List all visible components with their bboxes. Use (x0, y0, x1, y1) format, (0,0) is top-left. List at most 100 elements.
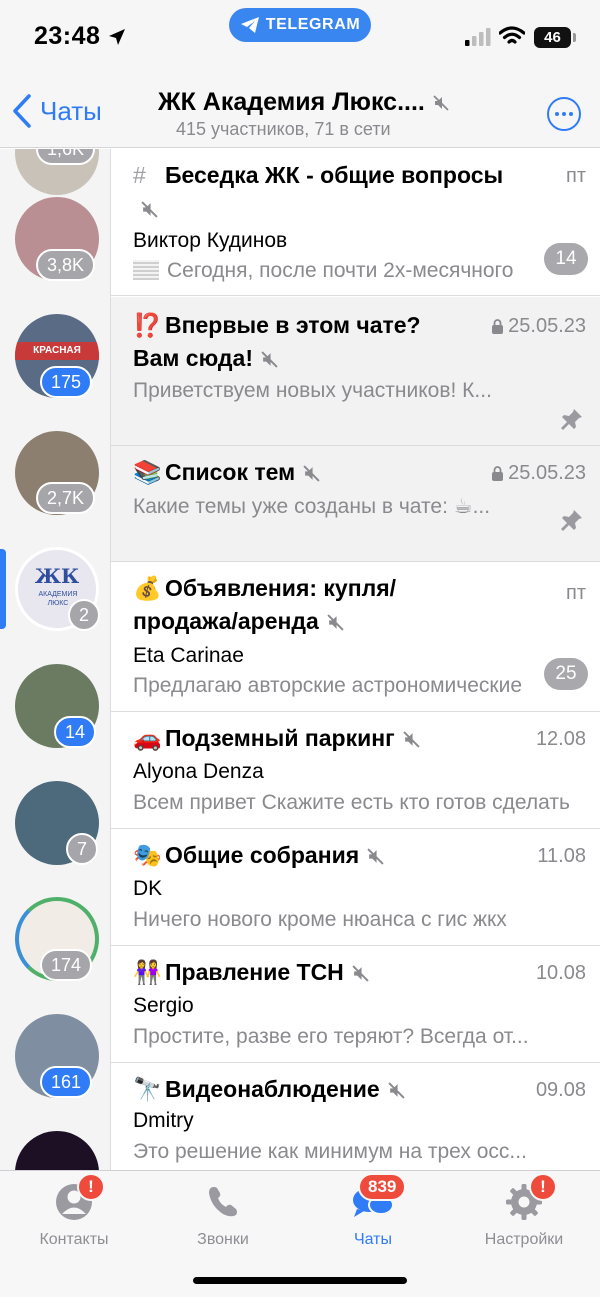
settings-alert-badge: ! (529, 1173, 557, 1201)
topic-author-5: DK (133, 877, 163, 900)
topic-title-7: 🔭 Видеонаблюдение (133, 1073, 513, 1106)
chat-header: Чаты ЖК Академия Люкс.... 415 участников… (0, 76, 600, 148)
tab-chats[interactable]: 839 Чаты (313, 1173, 433, 1249)
muted-speaker-icon (403, 731, 420, 748)
muted-speaker-icon (433, 94, 449, 111)
muted-speaker-icon (388, 1082, 405, 1099)
topic-message-0: Сегодня, после почти 2х-месячного (133, 259, 543, 283)
tab-label-calls: Звонки (197, 1231, 249, 1248)
topic-row-3[interactable]: 💰 Объявления: купля/продажа/аренда пт Eta… (111, 562, 600, 712)
wifi-icon (499, 26, 525, 44)
back-button[interactable]: Чаты (12, 94, 102, 128)
sidebar-badge-3: 2,7K (36, 482, 96, 514)
theater-masks-icon: 🎭 (133, 842, 162, 868)
topic-title-1: ⁉️ Впервые в этом чате? Вам сюда! (133, 309, 463, 375)
sidebar-badge-2: 175 (40, 366, 93, 398)
tab-settings[interactable]: ! Настройки (464, 1173, 584, 1249)
sidebar-badge-1: 3,8K (36, 249, 96, 281)
chevron-left-icon (13, 94, 31, 128)
topic-title-6: 👭 Правление ТСН (133, 956, 513, 989)
exclamation-question-icon: ⁉️ (133, 312, 162, 338)
topic-date-2: 25.05.23 (491, 462, 586, 485)
battery-indicator: 46 (534, 27, 571, 48)
lock-icon (492, 466, 504, 481)
pin-icon (561, 409, 582, 430)
muted-speaker-icon (141, 201, 158, 218)
sidebar-badge-0: 1,6K (36, 149, 96, 165)
topic-row-6[interactable]: 👭 Правление ТСН 10.08 Sergio Простите, ра… (111, 946, 600, 1063)
topic-row-0[interactable]: # Беседка ЖК - общие вопросы пт Виктор Ку… (111, 149, 600, 296)
muted-speaker-icon (261, 351, 278, 368)
sidebar-badge-5: 14 (54, 716, 97, 748)
topic-date-3: пт (566, 582, 586, 604)
topic-message-6: Простите, разве его теряют? Всегда от... (133, 1025, 529, 1048)
telescope-icon: 🔭 (133, 1076, 162, 1102)
topic-row-7[interactable]: 🔭 Видеонаблюдение 09.08 Dmitry Это решени… (111, 1063, 600, 1170)
topic-message-2: Какие темы уже созданы в чате: ☕... (133, 495, 491, 518)
sidebar-avatar-9[interactable] (15, 1131, 99, 1170)
lock-icon (492, 319, 504, 334)
status-time: 23:48 (34, 22, 101, 50)
topic-date-1: 25.05.23 (491, 315, 586, 338)
topics-sidebar: 1,6K 3,8K КРАСНАЯ 175 2,7K ЖК АКАДЕМИЯ Л… (0, 149, 111, 1170)
topic-author-0: Виктор Кудинов (133, 229, 288, 252)
topic-message-5: Ничего нового кроме нюанса с гис жкх (133, 908, 507, 931)
chats-unread-badge: 839 (358, 1173, 407, 1201)
topic-date-5: 11.08 (537, 845, 586, 867)
muted-speaker-icon (352, 965, 369, 982)
pin-icon (561, 510, 582, 531)
muted-speaker-icon (327, 614, 344, 631)
topic-unread-badge-3: 25 (544, 658, 588, 690)
more-options-button[interactable] (547, 97, 581, 131)
topic-row-2[interactable]: 📚 Список тем 25.05.23 Какие темы уже созд… (111, 446, 600, 562)
topic-date-4: 12.08 (535, 728, 586, 750)
topic-author-6: Sergio (133, 994, 194, 1017)
topic-title-2: 📚 Список тем (133, 456, 513, 489)
tab-label-contacts: Контакты (39, 1231, 109, 1248)
money-bag-icon: 💰 (133, 575, 162, 601)
group-subtitle: 415 участников, 71 в сети (176, 119, 391, 139)
sidebar-badge-6: 7 (66, 833, 99, 865)
topic-author-3: Eta Carinae (133, 644, 244, 667)
topic-date-7: 09.08 (535, 1079, 586, 1101)
status-bar: 23:48 TELEGRAM 46 (0, 0, 600, 76)
topic-date-0: пт (566, 165, 586, 187)
topic-title-5: 🎭 Общие собрания (133, 839, 513, 872)
books-icon: 📚 (133, 459, 162, 485)
sidebar-badge-8: 161 (40, 1066, 93, 1098)
telegram-plane-icon (240, 17, 259, 33)
muted-speaker-icon (303, 465, 320, 482)
back-label: Чаты (40, 95, 102, 126)
topic-message-4: Всем привет Скажите есть кто готов сдела… (133, 791, 570, 814)
active-chat-indicator (0, 549, 6, 629)
hash-icon: # (133, 162, 146, 188)
topic-message-3: Предлагаю авторские астрономические (133, 674, 523, 697)
people-icon: 👭 (133, 959, 162, 985)
topic-row-1[interactable]: ⁉️ Впервые в этом чате? Вам сюда! 25.05.2… (111, 297, 600, 446)
tab-calls[interactable]: Звонки (163, 1179, 283, 1249)
topic-unread-badge-0: 14 (544, 243, 588, 275)
app-pill-label: TELEGRAM (265, 16, 361, 33)
group-title-text: ЖК Академия Люкс.... (158, 88, 425, 116)
topic-title-3: 💰 Объявления: купля/продажа/аренда (133, 572, 473, 638)
tab-label-chats: Чаты (353, 1231, 393, 1248)
sidebar-badge-4: 2 (68, 599, 101, 631)
topic-message-1: Приветствуем новых участников! К... (133, 379, 492, 402)
phone-icon (209, 1187, 237, 1217)
group-title[interactable]: ЖК Академия Люкс.... (158, 88, 449, 117)
tab-contacts[interactable]: ! Контакты (14, 1173, 134, 1249)
car-icon: 🚗 (133, 725, 162, 751)
topic-row-4[interactable]: 🚗 Подземный паркинг 12.08 Alyona Denza Вс… (111, 712, 600, 829)
home-indicator[interactable] (193, 1277, 407, 1284)
topic-date-6: 10.08 (535, 962, 586, 984)
topic-title-4: 🚗 Подземный паркинг (133, 722, 513, 755)
telegram-app-pill[interactable]: TELEGRAM (229, 8, 371, 42)
muted-speaker-icon (367, 848, 384, 865)
topic-row-5[interactable]: 🎭 Общие собрания 11.08 DK Ничего нового к… (111, 829, 600, 946)
topic-list: # Беседка ЖК - общие вопросы пт Виктор Ку… (111, 149, 600, 1170)
cellular-signal-icon (465, 28, 491, 46)
location-arrow-icon (109, 29, 125, 45)
document-thumb-icon (133, 260, 159, 280)
logo-text: ЖК (34, 564, 80, 588)
battery-nub (573, 33, 576, 42)
